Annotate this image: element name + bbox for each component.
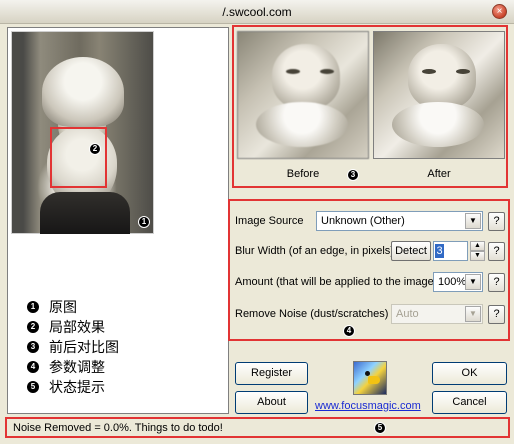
image-source-label: Image Source	[235, 215, 304, 227]
legend-badge: 2	[27, 321, 39, 333]
original-photo: 2 1	[11, 31, 154, 234]
remove-noise-help-button[interactable]: ?	[488, 305, 505, 324]
window-title: /.swcool.com	[222, 5, 292, 19]
focus-magic-window: /.swcool.com × 2 1 1 原图 2 局部效果 3 前后对比图 4…	[0, 0, 514, 444]
chevron-up-icon[interactable]: ▲	[470, 241, 485, 251]
remove-noise-value: Auto	[396, 308, 419, 320]
legend-label: 原图	[49, 300, 77, 316]
ok-button[interactable]: OK	[432, 362, 507, 385]
before-after-preview: Before 3 After	[232, 25, 508, 188]
image-source-value: Unknown (Other)	[321, 215, 405, 227]
preview-mustache	[392, 102, 484, 147]
close-icon[interactable]: ×	[492, 4, 507, 19]
after-label: After	[427, 168, 451, 180]
badge-status: 5	[374, 422, 386, 434]
image-source-help-button[interactable]: ?	[488, 212, 505, 231]
badge-original: 1	[138, 216, 150, 228]
parameter-settings: Image Source Unknown (Other) ▼ ? Blur Wi…	[228, 199, 510, 341]
preview-eye	[320, 69, 334, 74]
legend-item-comparison: 3 前后对比图	[27, 338, 119, 356]
legend-label: 前后对比图	[49, 340, 119, 356]
preview-eye	[286, 69, 300, 74]
legend-badge: 3	[27, 341, 39, 353]
chevron-down-icon[interactable]: ▼	[470, 251, 485, 261]
badge-comparison: 3	[347, 169, 359, 181]
focus-magic-logo-icon	[353, 361, 387, 395]
preview-eye	[456, 69, 470, 74]
preview-mustache	[256, 102, 348, 147]
legend-label: 参数调整	[49, 360, 105, 376]
local-effect-selection[interactable]	[50, 127, 107, 188]
blur-width-input[interactable]: 3	[433, 241, 468, 261]
photo-suit	[40, 192, 130, 234]
before-preview-image	[237, 31, 369, 159]
chevron-down-icon: ▼	[465, 306, 481, 322]
register-button[interactable]: Register	[235, 362, 308, 385]
amount-value: 100%	[438, 276, 467, 288]
blur-width-help-button[interactable]: ?	[488, 242, 505, 261]
detect-button[interactable]: Detect	[391, 241, 431, 261]
remove-noise-label: Remove Noise (dust/scratches)	[235, 308, 389, 320]
badge-parameters: 4	[343, 325, 355, 337]
logo-beak	[368, 376, 380, 384]
chevron-down-icon[interactable]: ▼	[465, 213, 481, 229]
cancel-button[interactable]: Cancel	[432, 391, 507, 414]
legend-item-local-effect: 2 局部效果	[27, 318, 105, 336]
legend-label: 局部效果	[49, 320, 105, 336]
status-bar: Noise Removed = 0.0%. Things to do todo!…	[5, 417, 510, 438]
title-bar: /.swcool.com ×	[0, 0, 514, 24]
amount-label: Amount (that will be applied to the imag…	[235, 276, 438, 288]
legend-item-parameters: 4 参数调整	[27, 358, 105, 376]
blur-width-value: 3	[435, 244, 444, 258]
preview-face	[272, 44, 340, 109]
legend-badge: 1	[27, 301, 39, 313]
remove-noise-select[interactable]: Auto ▼	[391, 304, 483, 324]
legend-label: 状态提示	[49, 380, 105, 396]
about-button[interactable]: About	[235, 391, 308, 414]
image-source-select[interactable]: Unknown (Other) ▼	[316, 211, 483, 231]
legend-item-status: 5 状态提示	[27, 378, 105, 396]
original-image-pane: 2 1 1 原图 2 局部效果 3 前后对比图 4 参数调整 5 状态提示	[7, 27, 229, 414]
amount-select[interactable]: 100% ▼	[433, 272, 483, 292]
status-text: Noise Removed = 0.0%. Things to do todo!	[13, 422, 223, 434]
legend-item-original: 1 原图	[27, 298, 77, 316]
after-preview-image	[373, 31, 505, 159]
badge-local-effect: 2	[89, 143, 101, 155]
blur-width-label: Blur Width (of an edge, in pixels)	[235, 245, 394, 257]
legend-badge: 4	[27, 361, 39, 373]
chevron-down-icon[interactable]: ▼	[465, 274, 481, 290]
preview-eye	[422, 69, 436, 74]
photo-hair	[42, 57, 124, 127]
preview-face	[408, 44, 476, 109]
focusmagic-link[interactable]: www.focusmagic.com	[315, 400, 421, 412]
amount-help-button[interactable]: ?	[488, 273, 505, 292]
legend-badge: 5	[27, 381, 39, 393]
